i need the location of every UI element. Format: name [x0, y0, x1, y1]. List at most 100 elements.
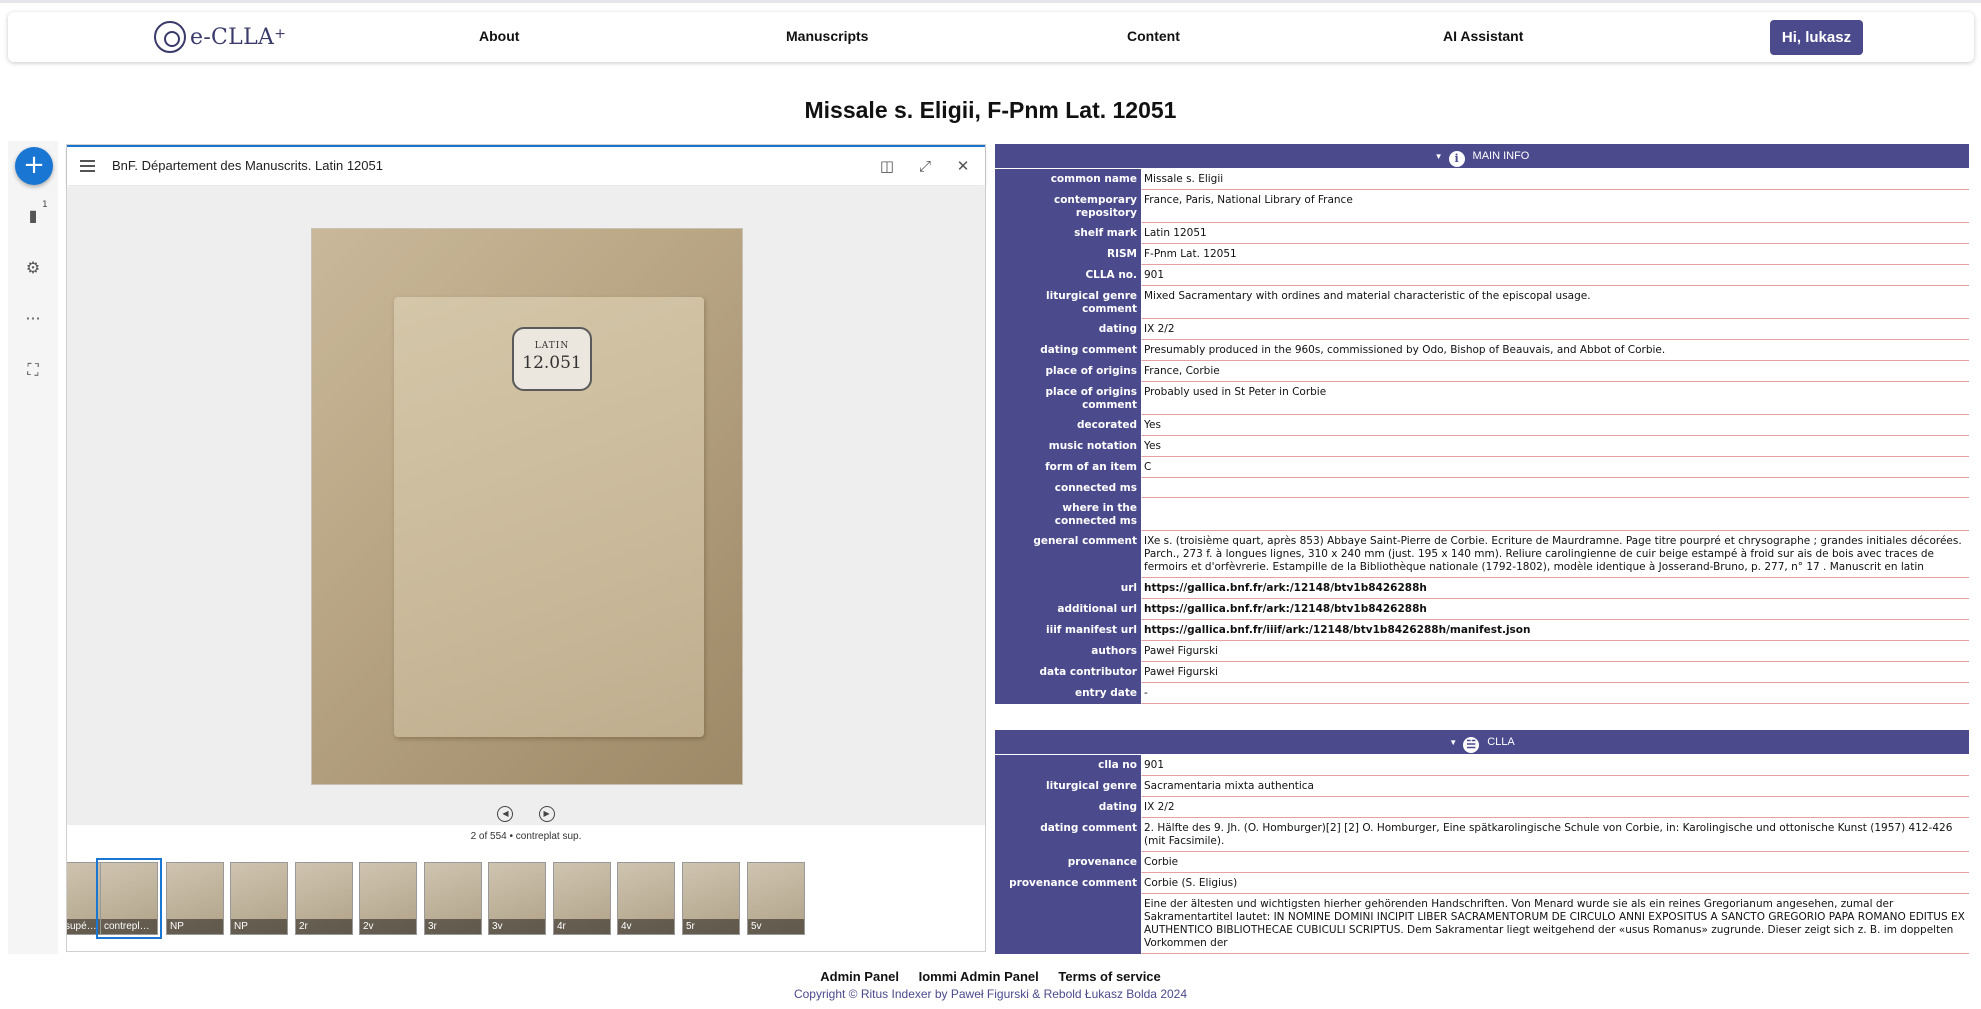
maximize-icon[interactable]: ⤢ — [915, 156, 935, 176]
field-label: form of an item — [995, 457, 1141, 478]
field-label: entry date — [995, 683, 1141, 704]
next-page-icon[interactable]: ▶ — [538, 806, 555, 822]
nav-manuscripts[interactable]: Manuscripts — [786, 28, 868, 44]
info-row: clla no 901 — [995, 755, 1969, 776]
field-value: Paweł Figurski — [1141, 641, 1969, 662]
field-label: additional url — [995, 599, 1141, 620]
field-value: IXe s. (troisième quart, après 853) Abba… — [1141, 531, 1969, 578]
info-row: dating IX 2/2 — [995, 319, 1969, 340]
field-label: data contributor — [995, 662, 1141, 683]
thumbnail-label: NP — [231, 919, 287, 934]
field-label: RISM — [995, 244, 1141, 265]
thumbnail-label: 3r — [425, 919, 481, 934]
main-info-header[interactable]: ▼ i MAIN INFO — [995, 144, 1969, 168]
field-link[interactable]: https://gallica.bnf.fr/iiif/ark:/12148/b… — [1141, 620, 1969, 641]
bookmarks-icon[interactable]: ▮ — [22, 205, 44, 227]
field-value — [1141, 478, 1969, 498]
thumbnail-label: 2v — [360, 919, 416, 934]
field-value — [1141, 498, 1969, 531]
thumbnail[interactable]: 3v — [488, 862, 546, 935]
field-label: dating — [995, 319, 1141, 340]
info-row: RISM F-Pnm Lat. 12051 — [995, 244, 1969, 265]
field-value: Sacramentaria mixta authentica — [1141, 776, 1969, 797]
field-value: Paweł Figurski — [1141, 662, 1969, 683]
brand-logo[interactable]: e-CLLA+ — [154, 19, 286, 55]
book-view-icon[interactable]: ◫ — [877, 156, 897, 176]
field-value: France, Corbie — [1141, 361, 1969, 382]
nav-content[interactable]: Content — [1127, 28, 1180, 44]
field-label: place of origins — [995, 361, 1141, 382]
thumbnail[interactable]: NP — [230, 862, 288, 935]
field-label: dating comment — [995, 340, 1141, 361]
info-row: liturgical genre Sacramentaria mixta auth… — [995, 776, 1969, 797]
field-label: connected ms — [995, 478, 1141, 498]
info-row: where in the connected ms — [995, 498, 1969, 531]
shelfmark-label-plate: LATIN 12.051 — [512, 327, 592, 391]
field-label: dating — [995, 797, 1141, 818]
iommi-admin-link[interactable]: Iommi Admin Panel — [919, 969, 1039, 984]
navbar: e-CLLA+ About Manuscripts Content AI Ass… — [8, 12, 1974, 62]
info-row: iiif manifest url https://gallica.bnf.fr/… — [995, 620, 1969, 641]
thumbnail[interactable]: 3r — [424, 862, 482, 935]
field-value: Corbie (S. Eligius) — [1141, 873, 1969, 894]
thumbnail[interactable]: NP — [166, 862, 224, 935]
user-menu-button[interactable]: Hi, lukasz — [1770, 20, 1863, 55]
thumbnail[interactable]: 2r — [295, 862, 353, 935]
field-value: - — [1141, 683, 1969, 704]
field-label: shelf mark — [995, 223, 1141, 244]
image-canvas[interactable]: LATIN 12.051 — [67, 187, 985, 825]
field-link[interactable]: https://gallica.bnf.fr/ark:/12148/btv1b8… — [1141, 599, 1969, 620]
thumbnail[interactable]: 5r — [682, 862, 740, 935]
field-link[interactable]: https://gallica.bnf.fr/ark:/12148/btv1b8… — [1141, 578, 1969, 599]
caret-down-icon: ▼ — [1434, 152, 1443, 161]
field-label: url — [995, 578, 1141, 599]
window-topbar: BnF. Département des Manuscrits. Latin 1… — [67, 147, 985, 185]
field-label: CLLA no. — [995, 265, 1141, 286]
terms-of-service-link[interactable]: Terms of service — [1058, 969, 1160, 984]
field-label: provenance — [995, 852, 1141, 873]
field-value: IX 2/2 — [1141, 319, 1969, 340]
nav-about[interactable]: About — [479, 28, 519, 44]
more-options-icon[interactable]: ··· — [22, 308, 44, 330]
field-label — [995, 894, 1141, 954]
previous-page-icon[interactable]: ◀ — [497, 806, 514, 822]
field-value: Presumably produced in the 960s, commiss… — [1141, 340, 1969, 361]
info-row: data contributor Paweł Figurski — [995, 662, 1969, 683]
thumbnail[interactable]: 4v — [617, 862, 675, 935]
field-label: authors — [995, 641, 1141, 662]
field-value: F-Pnm Lat. 12051 — [1141, 244, 1969, 265]
thumbnail-label: 5v — [748, 919, 804, 934]
nav-ai-assistant[interactable]: AI Assistant — [1443, 28, 1523, 44]
thumbnail[interactable]: contrepl… — [96, 858, 162, 939]
field-label: music notation — [995, 436, 1141, 457]
thumbnail[interactable]: 2v — [359, 862, 417, 935]
viewer-sidebar: + ▮ 1 ⚙ ··· ⛶ — [8, 141, 58, 954]
admin-panel-link[interactable]: Admin Panel — [820, 969, 899, 984]
info-row: Eine der ältesten und wichtigsten hierhe… — [995, 894, 1969, 954]
settings-gear-icon[interactable]: ⚙ — [22, 257, 44, 279]
info-row: liturgical genre comment Mixed Sacramenta… — [995, 286, 1969, 319]
manuscript-cover-image: LATIN 12.051 — [312, 229, 742, 784]
field-label: common name — [995, 169, 1141, 190]
page-title: Missale s. Eligii, F-Pnm Lat. 12051 — [804, 97, 1177, 123]
thumbnail[interactable]: 4r — [553, 862, 611, 935]
thumbnail-strip: supé… contrepl… NP NP 2r 2v 3r 3v 4r 4v 5r 5v — [67, 848, 985, 951]
footer-links: Admin Panel Iommi Admin Panel Terms of s… — [0, 969, 1981, 984]
brand-name: e-CLLA+ — [190, 24, 287, 50]
top-border — [0, 0, 1981, 3]
close-icon[interactable]: ✕ — [953, 156, 973, 176]
fullscreen-icon[interactable]: ⛶ — [22, 359, 44, 381]
add-resource-button[interactable]: + — [15, 147, 53, 185]
info-row: music notation Yes — [995, 436, 1969, 457]
window-title: BnF. Département des Manuscrits. Latin 1… — [112, 158, 383, 173]
page-caption: 2 of 554 • contreplat sup. — [470, 831, 582, 842]
clla-header[interactable]: ▼ ☱ CLLA — [995, 730, 1969, 754]
info-row: provenance Corbie — [995, 852, 1969, 873]
info-row: decorated Yes — [995, 415, 1969, 436]
info-row: shelf mark Latin 12051 — [995, 223, 1969, 244]
field-value: 2. Hälfte des 9. Jh. (O. Homburger)[2] [… — [1141, 818, 1969, 852]
info-row: CLLA no. 901 — [995, 265, 1969, 286]
thumbnail[interactable]: 5v — [747, 862, 805, 935]
field-label: general comment — [995, 531, 1141, 578]
menu-icon[interactable] — [80, 160, 95, 172]
